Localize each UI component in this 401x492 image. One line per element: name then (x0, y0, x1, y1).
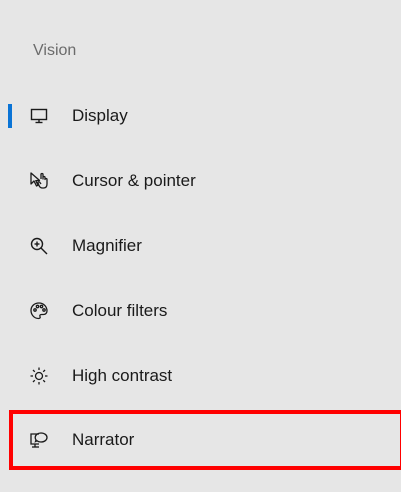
sidebar-item-label: Cursor & pointer (72, 171, 196, 190)
sidebar-item-cursor-pointer[interactable]: Cursor & pointer (0, 155, 401, 207)
active-indicator (8, 104, 12, 128)
settings-sidebar: Vision Display Cursor & pointer Magnifie… (0, 0, 401, 492)
sidebar-item-high-contrast[interactable]: High contrast (0, 350, 401, 402)
cursor-pointer-icon (29, 171, 49, 191)
sidebar-item-label: High contrast (72, 366, 173, 385)
magnifier-icon (29, 236, 49, 256)
sidebar-item-narrator[interactable]: Narrator (0, 414, 401, 466)
sun-contrast-icon (29, 366, 49, 386)
sidebar-item-colour-filters[interactable]: Colour filters (0, 285, 401, 337)
sidebar-item-label: Colour filters (72, 301, 168, 320)
sidebar-item-magnifier[interactable]: Magnifier (0, 220, 401, 272)
sidebar-item-display[interactable]: Display (0, 90, 401, 142)
palette-icon (29, 301, 49, 321)
narrator-icon (29, 430, 49, 450)
section-title-vision: Vision (33, 42, 77, 59)
display-icon (29, 106, 49, 126)
sidebar-item-label: Narrator (72, 430, 135, 449)
sidebar-item-label: Display (72, 106, 128, 125)
sidebar-item-label: Magnifier (72, 236, 142, 255)
